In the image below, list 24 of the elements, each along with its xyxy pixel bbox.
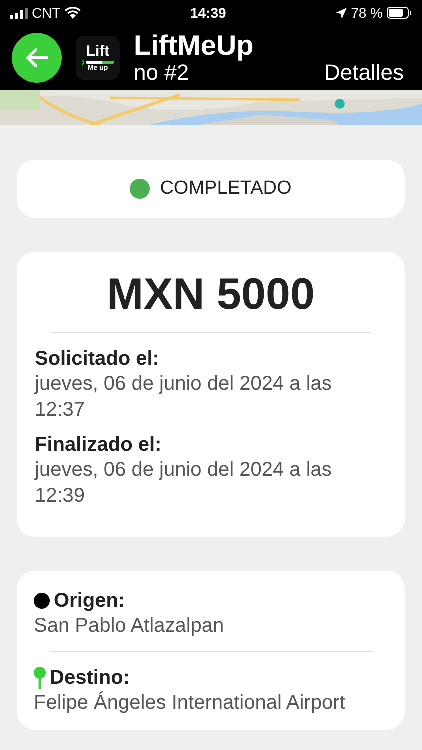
date-value: jueves, 06 de junio del 2024 a las 12:37 xyxy=(35,372,333,423)
location-arrow-icon xyxy=(336,8,348,18)
date-label: Solicitado el: xyxy=(35,347,160,371)
route-place: San Pablo Atlazalpan xyxy=(34,614,226,639)
battery-percent: 78 % xyxy=(351,5,383,21)
header-subtitle: no #2 xyxy=(134,61,190,85)
back-button[interactable] xyxy=(12,33,62,83)
wifi-icon xyxy=(64,7,81,19)
carrier: CNT xyxy=(32,5,61,21)
back-arrow-icon xyxy=(26,48,48,68)
route-label: Destino: xyxy=(50,666,130,690)
header-subtitle: Detalles xyxy=(324,61,404,85)
clock-time: 14:39 xyxy=(190,5,228,21)
route-label: Origen: xyxy=(54,589,126,613)
app-title: LiftMeUp xyxy=(134,31,255,61)
route-place: Felipe Ángeles International Airport xyxy=(34,690,346,716)
fare-amount: MXN 5000 xyxy=(51,270,371,333)
origin-dot-icon xyxy=(34,593,50,609)
pin-icon xyxy=(34,667,46,689)
date-value: jueves, 06 de junio del 2024 a las 12:39 xyxy=(35,458,333,509)
signal-icon xyxy=(10,8,28,18)
date-label: Finalizado el: xyxy=(35,433,163,457)
status-label: COMPLETADO xyxy=(160,178,292,200)
battery-icon xyxy=(387,7,412,19)
